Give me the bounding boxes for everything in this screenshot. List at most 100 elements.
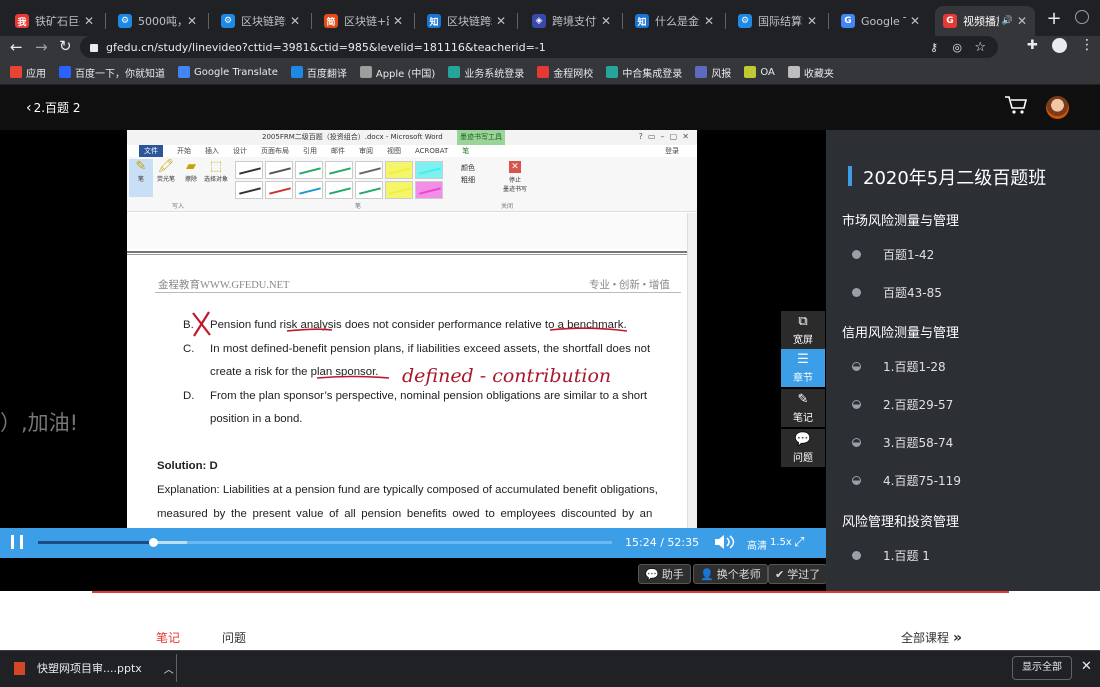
side-button[interactable]: ☰ 章节 bbox=[781, 349, 825, 387]
download-item[interactable]: 快塑网项目审....pptx ︿ bbox=[14, 660, 174, 676]
side-button[interactable]: ✎ 笔记 bbox=[781, 389, 825, 427]
bookmark-item[interactable]: 风报 bbox=[695, 65, 731, 80]
download-divider bbox=[176, 654, 177, 682]
tab-close-icon[interactable]: ✕ bbox=[807, 14, 817, 28]
show-all-button[interactable]: 显示全部 bbox=[1012, 656, 1072, 680]
tab-close-icon[interactable]: ✕ bbox=[393, 14, 403, 28]
lesson-label: 2.百题29-57 bbox=[883, 398, 954, 412]
progress-dot-icon bbox=[852, 250, 861, 259]
duration: 52:35 bbox=[667, 536, 700, 549]
back-icon[interactable]: ← bbox=[10, 38, 23, 56]
progress-track[interactable] bbox=[38, 538, 612, 547]
bookmark-item[interactable]: 金程网校 bbox=[537, 65, 593, 80]
lesson-item[interactable]: 4.百题75-119 bbox=[852, 472, 961, 489]
assistant-button[interactable]: 💬 助手 bbox=[638, 564, 691, 584]
lesson-item[interactable]: 百题1-42 bbox=[852, 246, 934, 263]
lesson-item[interactable]: 3.百题58-74 bbox=[852, 434, 953, 451]
lesson-item[interactable]: 1.百题 1 bbox=[852, 547, 930, 564]
bookmark-item[interactable]: 收藏夹 bbox=[787, 65, 834, 80]
browser-tab[interactable]: ⚙ 5000吨，首 ✕ bbox=[110, 6, 205, 36]
bookmark-label: 金程网校 bbox=[553, 68, 594, 80]
browser-tab[interactable]: G Google Tran ✕ bbox=[833, 6, 928, 36]
tab-close-icon[interactable]: ✕ bbox=[84, 14, 94, 28]
tab-favicon-icon: G bbox=[943, 14, 957, 28]
browser-tab[interactable]: ⚙ 区块链跨境支 ✕ bbox=[213, 6, 308, 36]
tab-close-icon[interactable]: ✕ bbox=[290, 14, 300, 28]
progress-dot-icon bbox=[852, 438, 861, 447]
back-link[interactable]: ‹ 2.百题 2 bbox=[26, 99, 81, 116]
widescreen-icon: ⧉ bbox=[798, 313, 808, 329]
browser-tab[interactable]: ◈ 跨境支付市场 ✕ bbox=[524, 6, 619, 36]
baidu-icon bbox=[59, 66, 71, 78]
bookmark-item[interactable]: 应用 bbox=[10, 65, 46, 80]
forward-icon[interactable]: → bbox=[35, 38, 48, 56]
key-icon[interactable]: ⚷ bbox=[930, 41, 938, 54]
star-icon[interactable]: ☆ bbox=[974, 40, 986, 55]
chapter-title: 信用风险测量与管理 bbox=[842, 326, 960, 341]
fullscreen-icon[interactable]: ⤢ bbox=[794, 535, 804, 550]
bookmark-item[interactable]: Apple (中国) bbox=[359, 65, 436, 80]
side-button[interactable]: 💬 问题 bbox=[781, 429, 825, 467]
bookmark-item[interactable]: 中合集成登录 bbox=[606, 65, 682, 80]
lesson-label: 1.百题 1 bbox=[883, 549, 930, 563]
lesson-item[interactable]: 2.百题29-57 bbox=[852, 396, 953, 413]
bookmark-label: Apple (中国) bbox=[375, 68, 436, 80]
tab-favicon-icon: 我 bbox=[15, 14, 29, 28]
tab-favicon-icon: 简 bbox=[324, 14, 338, 28]
bookmark-item[interactable]: OA bbox=[744, 66, 775, 78]
browser-tab[interactable]: 知区块链跨境支 ✕ bbox=[419, 6, 514, 36]
browser-tab[interactable]: G 视频播放🔊 ✕ bbox=[935, 6, 1035, 36]
lesson-item[interactable]: 百题43-85 bbox=[852, 284, 942, 301]
bookmark-label: 业务系统登录 bbox=[464, 68, 525, 80]
browser-tab[interactable]: 简区块链+跨境 ✕ bbox=[316, 6, 411, 36]
audio-icon[interactable]: 🔊 bbox=[1002, 16, 1013, 26]
quality-select[interactable]: 高清 bbox=[747, 537, 767, 552]
tab-close-icon[interactable]: ✕ bbox=[187, 14, 197, 28]
bookmark-item[interactable]: 百度翻译 bbox=[290, 65, 347, 80]
person-icon: 👤 bbox=[700, 567, 714, 581]
extensions-icon[interactable]: ✚ bbox=[1027, 38, 1038, 53]
address-bar[interactable]: gfedu.cn/study/linevideo?cttid=3981&ctid… bbox=[80, 36, 998, 58]
chapter-icon: ☰ bbox=[797, 351, 809, 367]
tab-questions[interactable]: 问题 bbox=[222, 629, 246, 646]
learned-button[interactable]: ✔ 学过了 bbox=[768, 564, 828, 584]
browser-tab[interactable]: ⚙ 国际结算货币 ✕ bbox=[730, 6, 825, 36]
check-icon: ✔ bbox=[775, 567, 785, 581]
menu-icon[interactable]: ⋮ bbox=[1080, 37, 1094, 53]
tab-close-icon[interactable]: ✕ bbox=[496, 14, 506, 28]
chevron-up-icon[interactable]: ︿ bbox=[164, 661, 174, 676]
tab-separator bbox=[311, 13, 312, 29]
tab-close-icon[interactable]: ✕ bbox=[910, 14, 920, 28]
lesson-label: 1.百题1-28 bbox=[883, 360, 946, 374]
lesson-title: 2.百题 2 bbox=[33, 101, 81, 115]
bookmark-item[interactable]: 百度一下，你就知道 bbox=[59, 65, 165, 80]
bookmark-item[interactable]: Google Translate bbox=[178, 66, 278, 78]
volume-icon[interactable] bbox=[714, 534, 736, 550]
avatar[interactable] bbox=[1046, 96, 1069, 119]
tab-close-icon[interactable]: ✕ bbox=[601, 14, 611, 28]
speed-select[interactable]: 1.5x bbox=[770, 537, 792, 548]
pause-icon[interactable] bbox=[11, 535, 23, 549]
profile-icon[interactable] bbox=[1052, 38, 1067, 53]
bookmark-item[interactable]: 业务系统登录 bbox=[448, 65, 524, 80]
close-downloads-icon[interactable]: ✕ bbox=[1081, 659, 1092, 674]
tab-notes[interactable]: 笔记 bbox=[156, 629, 180, 646]
side-button[interactable]: ⧉ 宽屏 bbox=[781, 311, 825, 349]
new-tab-button[interactable]: + bbox=[1044, 8, 1064, 29]
lesson-label: 百题1-42 bbox=[883, 248, 935, 262]
eye-off-icon[interactable]: ◎ bbox=[952, 41, 962, 54]
cart-icon[interactable] bbox=[1004, 95, 1028, 115]
lesson-item[interactable]: 1.百题1-28 bbox=[852, 358, 946, 375]
tab-search-icon[interactable] bbox=[1075, 10, 1089, 24]
browser-tab[interactable]: 知什么是金交所 ✕ bbox=[627, 6, 722, 36]
progress-handle[interactable] bbox=[148, 538, 158, 547]
tab-close-icon[interactable]: ✕ bbox=[1017, 14, 1027, 28]
tab-title: 区块链跨境支 bbox=[241, 15, 286, 28]
change-teacher-button[interactable]: 👤 换个老师 bbox=[693, 564, 768, 584]
reload-icon[interactable]: ↻ bbox=[59, 37, 72, 55]
browser-tab[interactable]: 我铁矿石巨头力 ✕ bbox=[7, 6, 102, 36]
side-button-label: 笔记 bbox=[793, 412, 813, 424]
all-courses-link[interactable]: 全部课程 » bbox=[901, 629, 962, 646]
word-scrollbar[interactable] bbox=[687, 213, 697, 528]
tab-close-icon[interactable]: ✕ bbox=[704, 14, 714, 28]
